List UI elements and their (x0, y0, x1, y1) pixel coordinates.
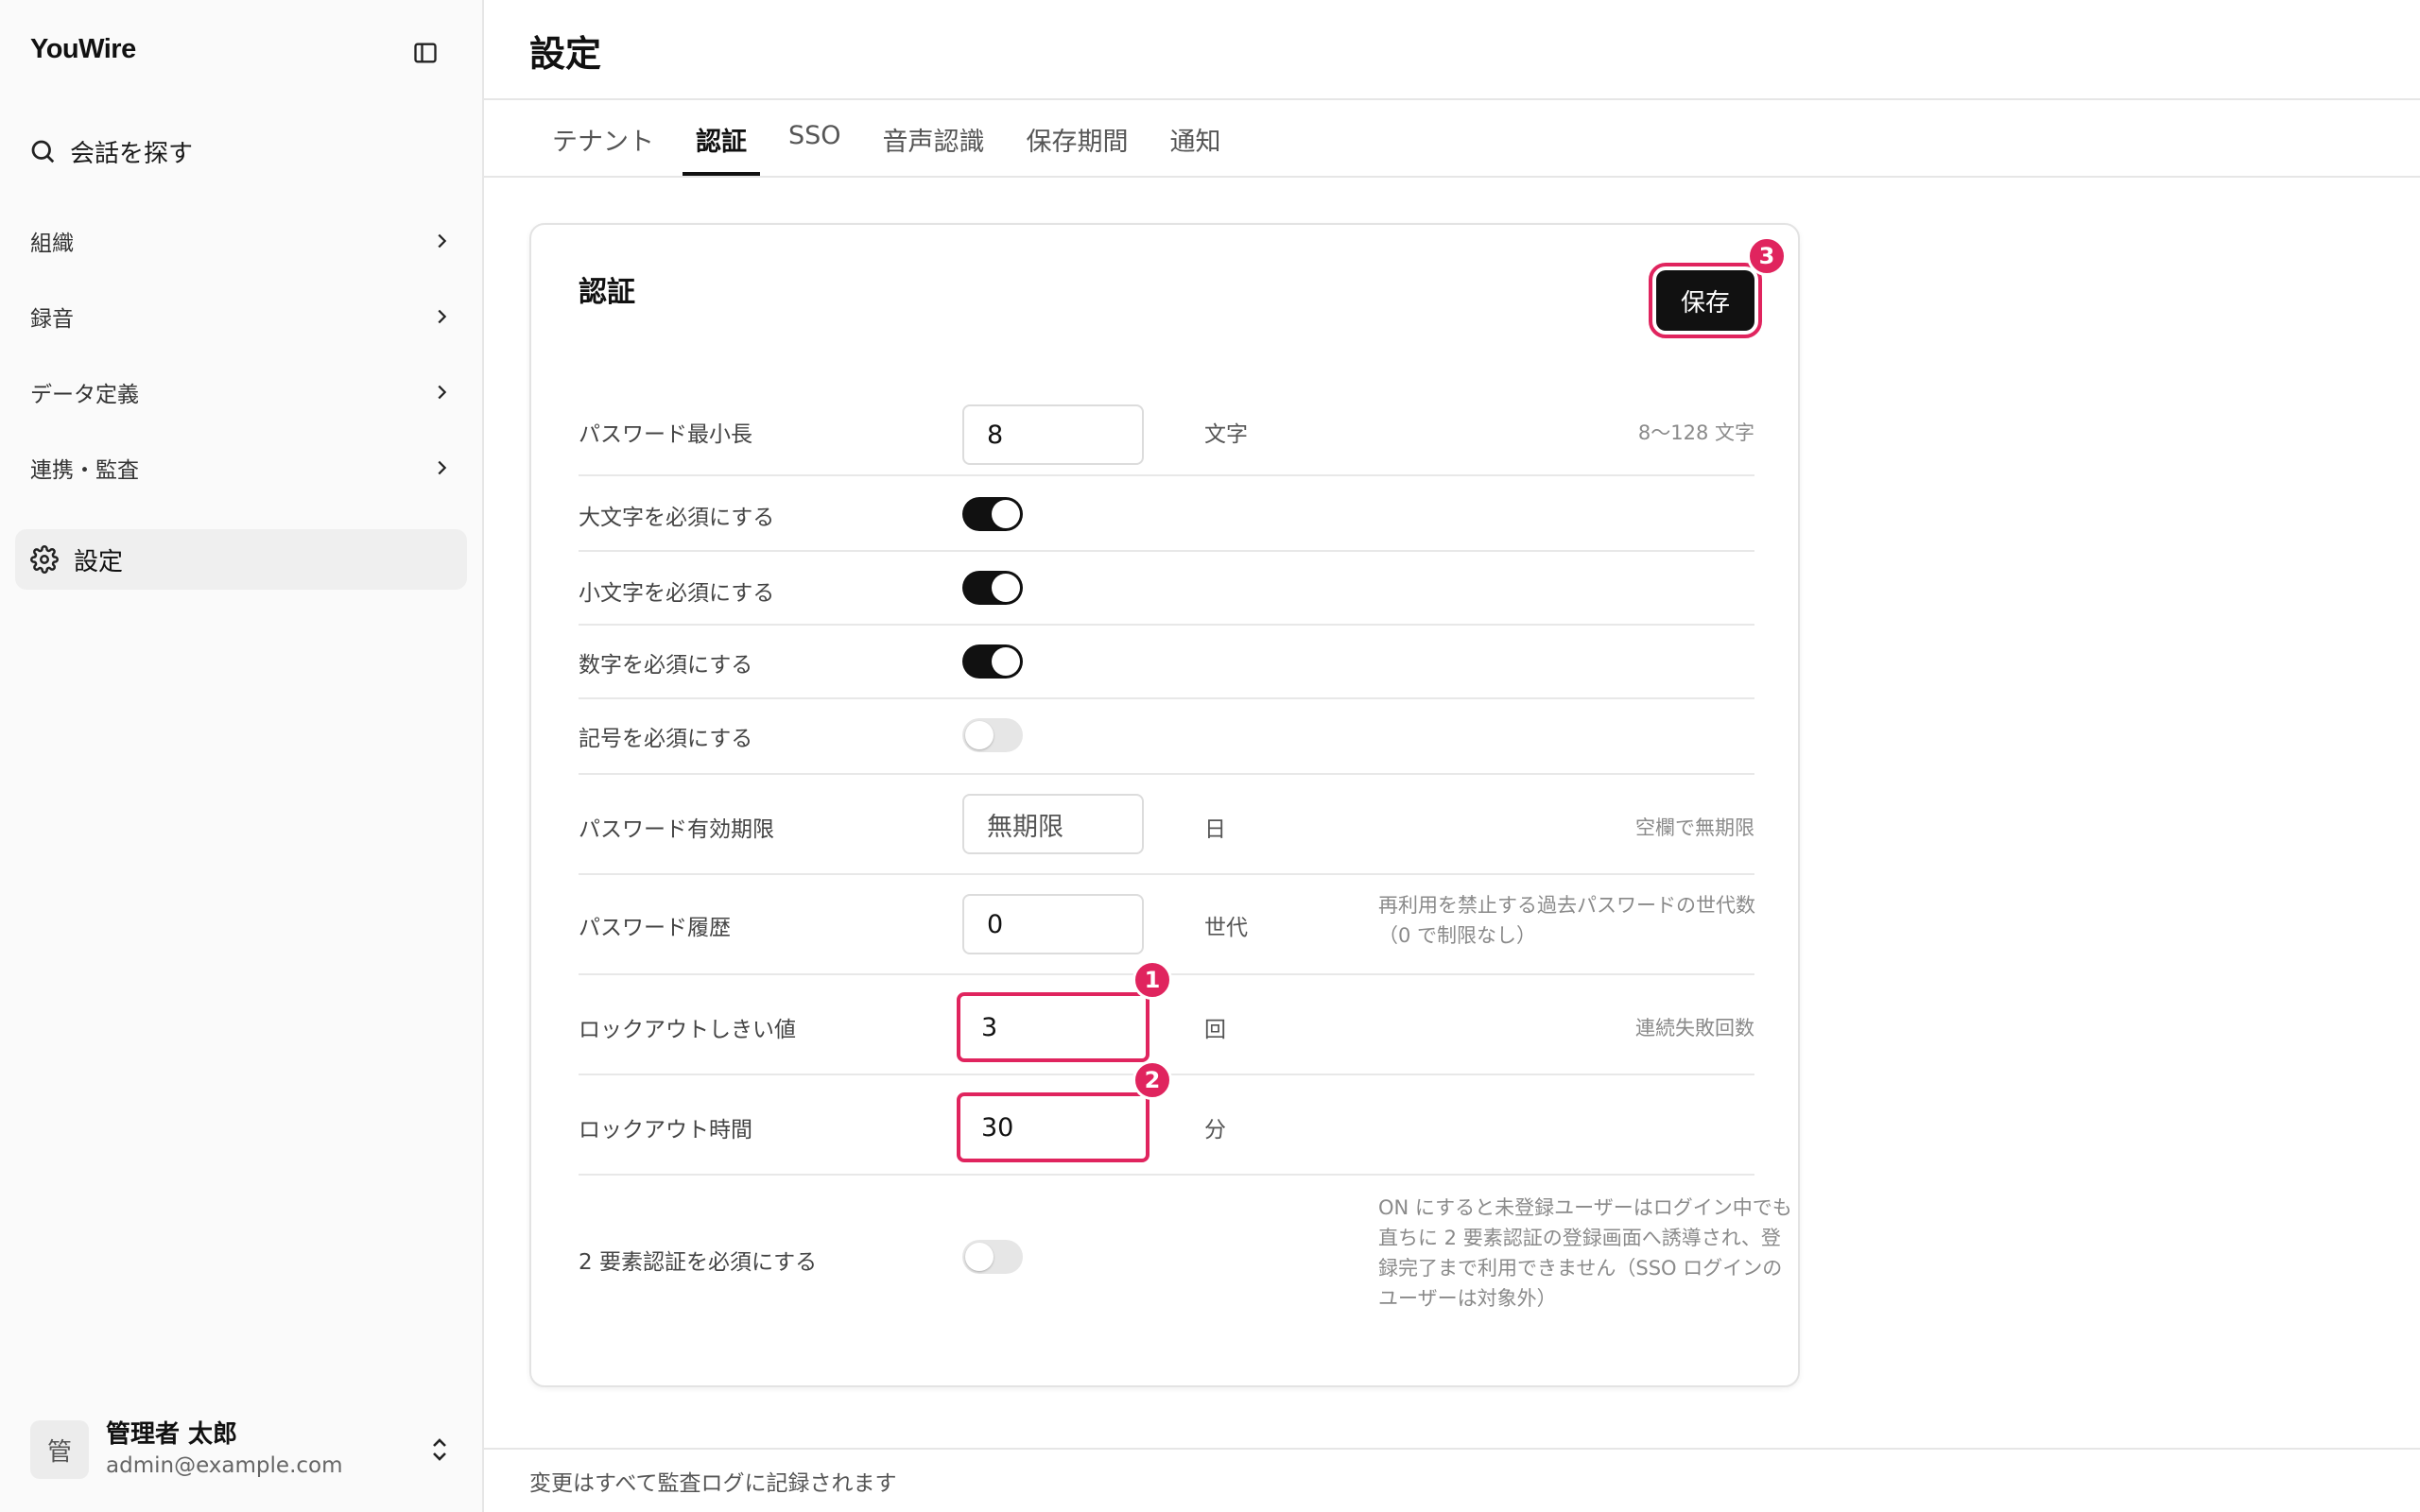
search-label: 会話を探す (70, 139, 194, 168)
sidebar-item-label: データ定義 (30, 383, 139, 407)
tabs-divider (484, 176, 2420, 178)
toggle-knob (992, 500, 1020, 528)
password-min-length-input[interactable]: 8 (962, 404, 1144, 465)
tab-notifications[interactable]: 通知 (1157, 121, 1235, 176)
sidebar-item-integration-audit[interactable]: 連携・監査 (30, 444, 454, 491)
chevrons-up-down-icon[interactable] (425, 1431, 454, 1469)
sidebar-item-recording[interactable]: 録音 (30, 293, 454, 340)
row-label: 2 要素認証を必須にする (579, 1250, 818, 1275)
toggle-knob (992, 574, 1020, 602)
gear-icon (30, 545, 59, 574)
page-title: 設定 (529, 33, 602, 75)
require-digit-toggle[interactable] (962, 644, 1023, 679)
sidebar-item-label: 組織 (30, 232, 74, 256)
toggle-knob (965, 1243, 994, 1271)
row-label: パスワード履歴 (579, 916, 731, 940)
header-divider (484, 98, 2420, 100)
require-symbol-toggle[interactable] (962, 718, 1023, 752)
row-label: 数字を必須にする (579, 653, 753, 678)
annotation-badge-1: 1 (1132, 960, 1172, 1000)
save-button[interactable]: 保存 (1649, 263, 1762, 338)
tab-sso[interactable]: SSO (775, 121, 855, 176)
hint-text: 連続失敗回数 (1635, 1017, 1754, 1040)
unit-label: 文字 (1204, 422, 1248, 447)
toggle-knob (992, 647, 1020, 676)
lockout-time-input[interactable]: 30 (957, 1092, 1150, 1162)
row-require-mfa: 2 要素認証を必須にする ON にすると未登録ユーザーはログイン中でも直ちに 2… (579, 1176, 1792, 1336)
annotation-badge-3: 3 (1747, 236, 1787, 276)
tab-retention[interactable]: 保存期間 (1013, 121, 1142, 176)
sidebar-item-label: 設定 (74, 547, 124, 576)
require-mfa-toggle[interactable] (962, 1240, 1023, 1274)
unit-label: 分 (1204, 1118, 1226, 1143)
user-menu[interactable]: 管 管理者 太郎 admin@example.com (30, 1416, 454, 1484)
user-email: admin@example.com (106, 1453, 343, 1478)
settings-tabs: テナント 認証 SSO 音声認識 保存期間 通知 (529, 121, 1250, 176)
row-label: ロックアウトしきい値 (579, 1018, 796, 1042)
chevron-right-icon (429, 455, 454, 480)
password-history-input[interactable]: 0 (962, 894, 1144, 954)
hint-text: ON にすると未登録ユーザーはログイン中でも直ちに 2 要素認証の登録画面へ誘導… (1378, 1196, 1792, 1310)
brand-logo: YouWire (30, 34, 136, 64)
require-lowercase-toggle[interactable] (962, 571, 1023, 605)
row-password-history: パスワード履歴 0 世代 再利用を禁止する過去パスワードの世代数（0 で制限なし… (579, 875, 1755, 975)
hint-text: 8〜128 文字 (1637, 421, 1754, 444)
sidebar-item-label: 連携・監査 (30, 458, 139, 483)
toggle-knob (965, 721, 994, 749)
row-label: 記号を必須にする (579, 727, 753, 751)
authentication-card: 認証 保存 3 パスワード最小長 8 文字 8〜128 文字 大文字を必須にする… (529, 223, 1800, 1387)
chevron-right-icon (429, 229, 454, 253)
unit-label: 世代 (1204, 916, 1248, 940)
annotation-badge-2: 2 (1132, 1060, 1172, 1100)
row-require-uppercase: 大文字を必須にする (579, 476, 1754, 552)
password-expiry-input[interactable]: 無期限 (962, 794, 1144, 854)
sidebar: YouWire 会話を探す 組織 録音 データ定義 連携・監査 設定 管 管理者… (0, 0, 484, 1512)
chevron-right-icon (429, 380, 454, 404)
tab-authentication[interactable]: 認証 (683, 121, 760, 176)
avatar: 管 (30, 1420, 89, 1479)
row-label: ロックアウト時間 (579, 1118, 752, 1143)
row-label: パスワード最小長 (579, 422, 752, 447)
tab-speech-recognition[interactable]: 音声認識 (870, 121, 998, 176)
user-name: 管理者 太郎 (106, 1420, 238, 1449)
sidebar-panel-icon (414, 43, 437, 63)
require-uppercase-toggle[interactable] (962, 497, 1023, 531)
row-label: 小文字を必須にする (579, 581, 775, 606)
unit-label: 日 (1204, 817, 1226, 842)
row-require-symbol: 記号を必須にする (579, 699, 1754, 775)
row-label: 大文字を必須にする (579, 506, 775, 530)
sidebar-item-data-definition[interactable]: データ定義 (30, 369, 454, 416)
row-require-digit: 数字を必須にする (579, 626, 1754, 699)
hint-text: 再利用を禁止する過去パスワードの世代数（0 で制限なし） (1378, 894, 1755, 947)
row-require-lowercase: 小文字を必須にする (579, 552, 1754, 626)
sidebar-item-label: 録音 (30, 307, 74, 332)
unit-label: 回 (1204, 1018, 1226, 1042)
audit-log-note: 変更はすべて監査ログに記録されます (529, 1471, 897, 1496)
search-conversations-link[interactable]: 会話を探す (28, 129, 463, 174)
chevron-right-icon (429, 304, 454, 329)
sidebar-item-organization[interactable]: 組織 (30, 217, 454, 265)
lockout-threshold-input[interactable]: 3 (957, 992, 1150, 1062)
hint-text: 空欄で無期限 (1635, 816, 1754, 839)
row-label: パスワード有効期限 (579, 817, 774, 842)
sidebar-toggle-button[interactable] (408, 36, 442, 70)
sidebar-item-settings[interactable]: 設定 (15, 529, 467, 590)
row-password-min-length: パスワード最小長 8 文字 8〜128 文字 (579, 391, 1754, 476)
search-icon (31, 140, 55, 163)
tab-tenant[interactable]: テナント (529, 121, 667, 176)
card-title: 認証 (579, 276, 635, 309)
row-password-expiry: パスワード有効期限 無期限 日 空欄で無期限 (579, 775, 1754, 875)
footer-divider (484, 1448, 2420, 1450)
